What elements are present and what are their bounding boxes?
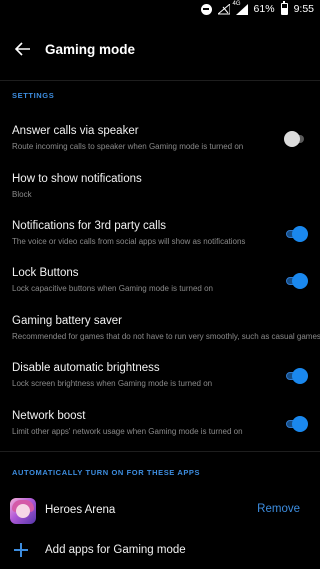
setting-lock-buttons[interactable]: Lock Buttons Lock capacitive buttons whe… — [0, 261, 320, 307]
battery-icon — [280, 1, 288, 15]
toggle-thumb — [292, 273, 308, 289]
add-apps-button[interactable]: Add apps for Gaming mode — [0, 535, 320, 565]
setting-notifications-3rd-party-calls[interactable]: Notifications for 3rd party calls The vo… — [0, 214, 320, 260]
setting-subtitle: Block — [12, 190, 32, 199]
toggle-thumb — [292, 226, 308, 242]
app-row-heroes-arena: Heroes Arena Remove — [0, 492, 320, 530]
arrow-left-icon — [15, 42, 30, 56]
toggle-thumb — [292, 416, 308, 432]
setting-title: Answer calls via speaker — [12, 125, 139, 137]
back-button[interactable] — [9, 35, 37, 63]
setting-network-boost[interactable]: Network boost Limit other apps' network … — [0, 404, 320, 450]
setting-subtitle: Recommended for games that do not have t… — [12, 332, 320, 341]
setting-title: Disable automatic brightness — [12, 362, 160, 374]
setting-subtitle: Lock capacitive buttons when Gaming mode… — [12, 284, 214, 293]
auto-brightness-toggle[interactable] — [284, 366, 308, 386]
section-divider — [0, 451, 320, 452]
clock-time: 9:55 — [293, 3, 314, 15]
setting-disable-automatic-brightness[interactable]: Disable automatic brightness Lock screen… — [0, 356, 320, 402]
setting-title: Gaming battery saver — [12, 315, 122, 327]
wifi-off-icon — [217, 3, 230, 15]
plus-icon — [14, 543, 28, 557]
status-bar: 4G 61% 9:55 — [0, 0, 320, 18]
network-type-label: 4G — [232, 0, 241, 7]
setting-gaming-battery-saver[interactable]: Gaming battery saver Recommended for gam… — [0, 309, 320, 355]
setting-title: Notifications for 3rd party calls — [12, 220, 167, 232]
heroes-arena-app-icon — [10, 498, 36, 524]
section-header-settings: SETTINGS — [12, 91, 55, 100]
third-party-calls-toggle[interactable] — [284, 224, 308, 244]
lock-buttons-toggle[interactable] — [284, 271, 308, 291]
toggle-thumb — [284, 131, 300, 147]
setting-subtitle: The voice or video calls from social app… — [12, 237, 246, 246]
setting-answer-calls-via-speaker[interactable]: Answer calls via speaker Route incoming … — [0, 119, 320, 165]
signal-icon: 4G — [232, 0, 248, 15]
setting-subtitle: Limit other apps' network usage when Gam… — [12, 427, 243, 436]
page-title: Gaming mode — [45, 41, 136, 57]
answer-calls-toggle[interactable] — [284, 129, 308, 149]
section-header-auto-apps: AUTOMATICALLY TURN ON FOR THESE APPS — [12, 468, 201, 477]
setting-title: Network boost — [12, 410, 86, 422]
setting-subtitle: Lock screen brightness when Gaming mode … — [12, 379, 213, 388]
network-boost-toggle[interactable] — [284, 414, 308, 434]
battery-fill — [281, 7, 287, 14]
app-name: Heroes Arena — [45, 504, 116, 516]
add-apps-label: Add apps for Gaming mode — [45, 544, 186, 556]
remove-app-button[interactable]: Remove — [257, 503, 300, 515]
app-icon-face — [16, 504, 30, 518]
toolbar-divider — [0, 80, 320, 81]
do-not-disturb-icon — [200, 3, 212, 15]
setting-title: How to show notifications — [12, 173, 142, 185]
setting-title: Lock Buttons — [12, 267, 79, 279]
battery-percentage: 61% — [253, 3, 275, 15]
setting-how-to-show-notifications[interactable]: How to show notifications Block — [0, 167, 320, 213]
toggle-thumb — [292, 368, 308, 384]
toolbar: Gaming mode — [0, 18, 320, 80]
setting-subtitle: Route incoming calls to speaker when Gam… — [12, 142, 244, 151]
